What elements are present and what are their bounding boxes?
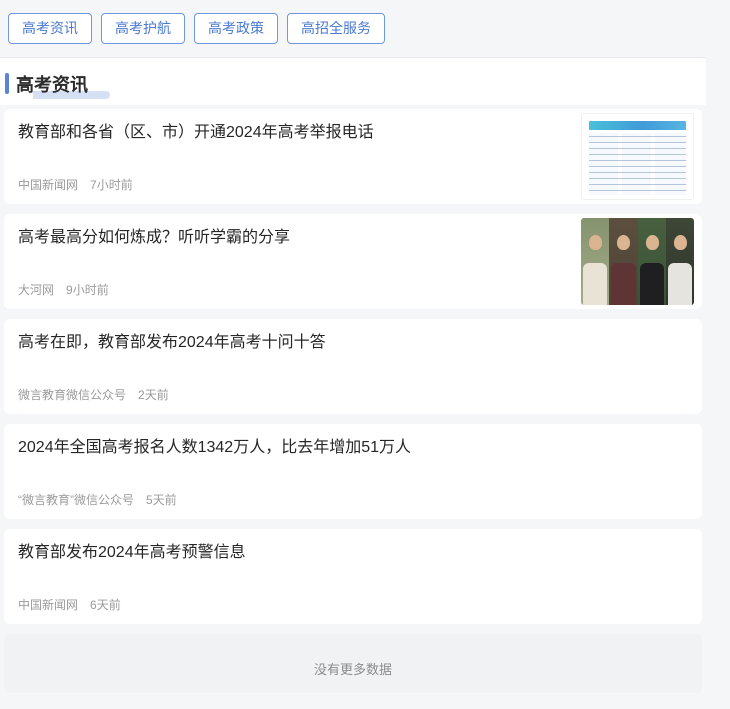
section-header: 高考资讯	[0, 57, 706, 105]
news-title: 教育部发布2024年高考预警信息	[18, 542, 682, 564]
document-header-band	[589, 121, 686, 130]
news-source: 中国新闻网	[18, 176, 78, 193]
news-item-1[interactable]: 教育部和各省（区、市）开通2024年高考举报电话 中国新闻网 7小时前	[4, 109, 702, 204]
news-time: 6天前	[90, 596, 121, 613]
news-thumbnail-students-photo	[581, 218, 694, 305]
news-title: 高考在即，教育部发布2024年高考十问十答	[18, 332, 682, 354]
tab-gaozhao-quanfuwu[interactable]: 高招全服务	[287, 13, 385, 44]
news-list: 教育部和各省（区、市）开通2024年高考举报电话 中国新闻网 7小时前 高考最高…	[0, 105, 730, 693]
tab-gaokao-zixun[interactable]: 高考资讯	[8, 13, 92, 44]
news-source: 中国新闻网	[18, 596, 78, 613]
news-meta: 微言教育微信公众号 2天前	[18, 386, 169, 403]
student-torso	[640, 263, 664, 305]
student-torso	[668, 263, 692, 305]
news-source: 大河网	[18, 281, 54, 298]
news-item-5[interactable]: 教育部发布2024年高考预警信息 中国新闻网 6天前	[4, 529, 702, 624]
news-thumbnail-table-document	[581, 113, 694, 200]
student-face	[674, 235, 687, 250]
document-table-rows	[589, 133, 686, 195]
page-title: 高考资讯	[16, 71, 88, 97]
student-face	[617, 235, 630, 250]
news-item-4[interactable]: 2024年全国高考报名人数1342万人，比去年增加51万人 “微言教育”微信公众…	[4, 424, 702, 519]
news-time: 5天前	[146, 491, 177, 508]
news-meta: 中国新闻网 7小时前	[18, 176, 133, 193]
student-torso	[583, 263, 607, 305]
news-title: 2024年全国高考报名人数1342万人，比去年增加51万人	[18, 437, 682, 459]
news-title: 教育部和各省（区、市）开通2024年高考举报电话	[18, 122, 572, 144]
student-torso	[611, 263, 635, 305]
news-time: 2天前	[138, 386, 169, 403]
news-source: 微言教育微信公众号	[18, 386, 126, 403]
news-source: “微言教育”微信公众号	[18, 491, 134, 508]
news-item-2[interactable]: 高考最高分如何炼成？听听学霸的分享 大河网 9小时前	[4, 214, 702, 309]
news-meta: 大河网 9小时前	[18, 281, 109, 298]
tab-gaokao-zhengce[interactable]: 高考政策	[194, 13, 278, 44]
news-title: 高考最高分如何炼成？听听学霸的分享	[18, 227, 572, 249]
news-time: 9小时前	[66, 281, 109, 298]
news-item-3[interactable]: 高考在即，教育部发布2024年高考十问十答 微言教育微信公众号 2天前	[4, 319, 702, 414]
category-tabbar: 高考资讯 高考护航 高考政策 高招全服务	[0, 0, 730, 57]
news-meta: “微言教育”微信公众号 5天前	[18, 491, 177, 508]
student-photo-strip	[638, 218, 666, 305]
no-more-data-message: 没有更多数据	[4, 634, 702, 693]
news-time: 7小时前	[90, 176, 133, 193]
title-accent-bar	[5, 73, 9, 94]
student-face	[646, 235, 659, 250]
student-photo-strip	[581, 218, 609, 305]
student-photo-strip	[609, 218, 637, 305]
news-meta: 中国新闻网 6天前	[18, 596, 121, 613]
student-photo-strip	[666, 218, 694, 305]
student-face	[589, 235, 602, 250]
tab-gaokao-huhang[interactable]: 高考护航	[101, 13, 185, 44]
